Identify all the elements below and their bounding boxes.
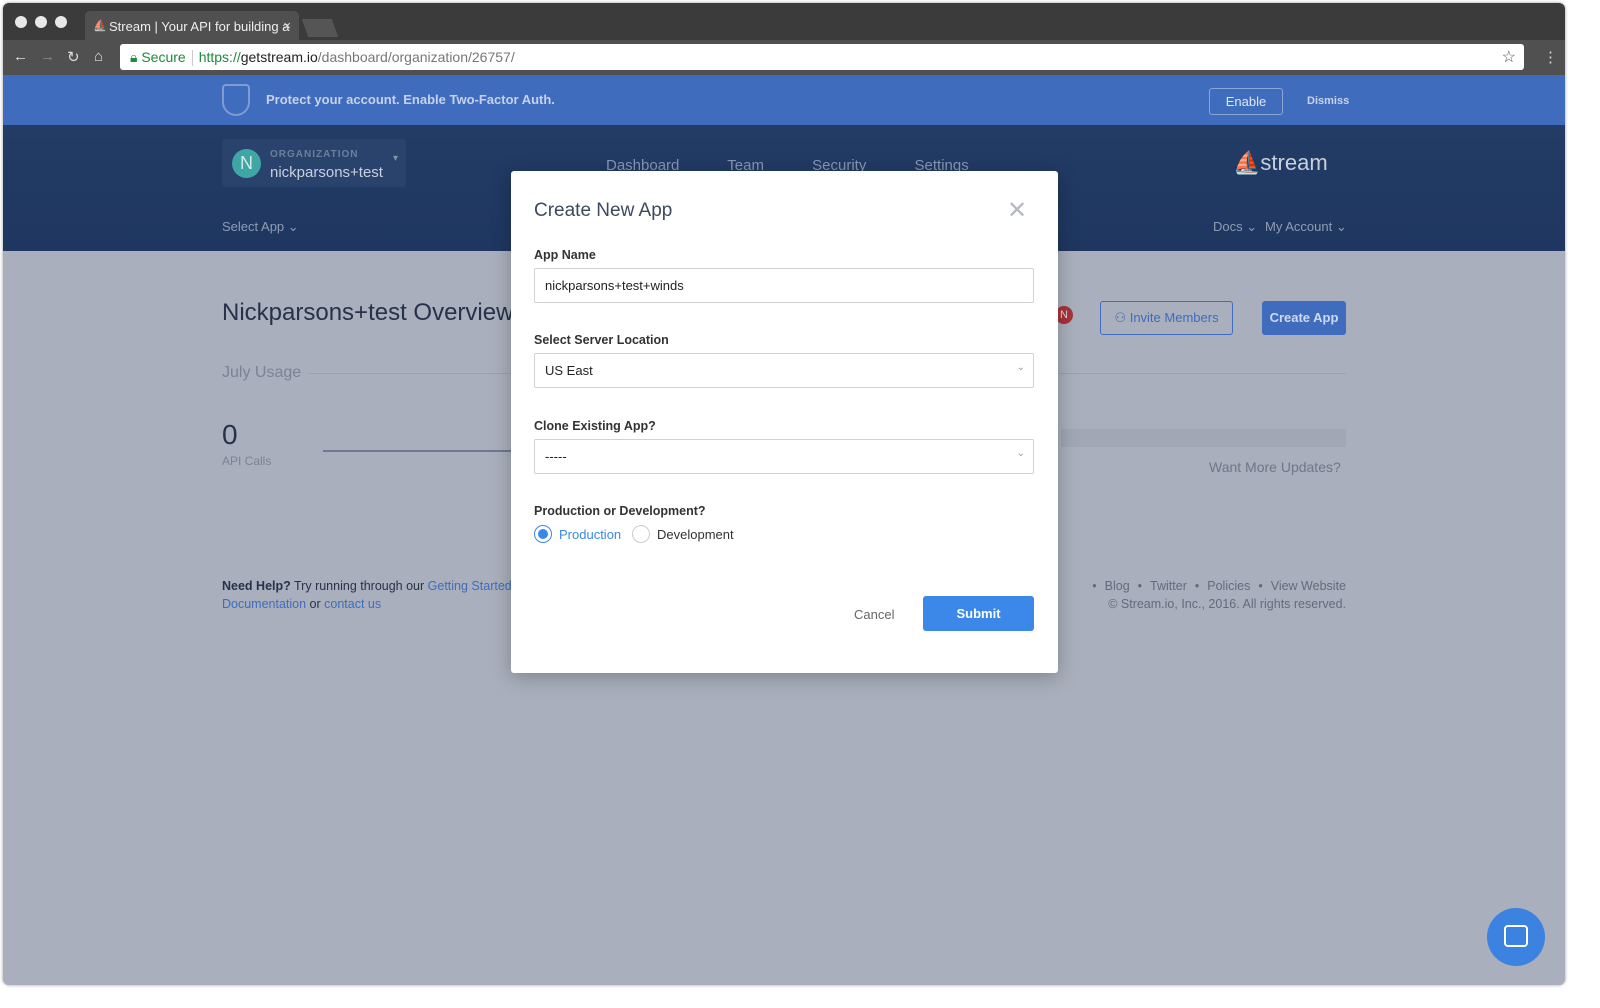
url-path: /dashboard/organization/26757/ xyxy=(317,49,515,65)
avatar: N xyxy=(232,149,261,178)
create-app-button[interactable]: Create App xyxy=(1262,301,1346,335)
select-app-label: Select App xyxy=(222,219,285,234)
shield-icon xyxy=(222,84,250,116)
help-or: or xyxy=(306,597,325,611)
cancel-button[interactable]: Cancel xyxy=(854,607,894,622)
radio-checked xyxy=(534,525,552,543)
boat-icon: ⛵ xyxy=(1233,150,1261,175)
help-text-body: Try running through our xyxy=(290,579,428,593)
docs-label: Docs xyxy=(1213,219,1243,234)
browser-toolbar: ← → ↻ ⌂ 🔒︎ Secure https://getstream.io/da… xyxy=(3,40,1565,75)
select-app-dropdown[interactable]: Select App ⌄ xyxy=(222,219,299,235)
chat-launcher-button[interactable] xyxy=(1487,908,1545,966)
new-tab-button[interactable] xyxy=(301,19,339,37)
browser-window: ⛵ Stream | Your API for building a × ← → ↻… xyxy=(3,3,1565,985)
help-bold: Need Help? xyxy=(222,579,291,593)
page-title: Nickparsons+test Overview xyxy=(222,299,514,326)
tab-title: Stream | Your API for building a xyxy=(109,19,290,34)
menu-icon[interactable]: ⋮ xyxy=(1543,48,1558,66)
development-radio[interactable]: Development xyxy=(632,525,734,543)
invite-label: Invite Members xyxy=(1129,310,1219,325)
bookmark-star-icon[interactable]: ☆ xyxy=(1502,47,1516,67)
tab-bar: ⛵ Stream | Your API for building a × xyxy=(3,3,1565,40)
enable-button[interactable]: Enable xyxy=(1209,88,1283,115)
close-icon[interactable]: ✕ xyxy=(1007,196,1027,225)
contact-us-link[interactable]: contact us xyxy=(324,597,381,611)
two-factor-banner: Protect your account. Enable Two-Factor … xyxy=(3,75,1565,125)
api-calls-label: API Calls xyxy=(222,454,272,468)
server-location-select[interactable]: US East ⌄ xyxy=(534,353,1034,388)
server-location-label: Select Server Location xyxy=(534,333,669,347)
clone-app-value: ----- xyxy=(545,449,567,464)
production-label: Production xyxy=(559,526,622,542)
org-name: nickparsons+test xyxy=(270,164,383,181)
footer: • Blog • Twitter • Policies • View Website © St… xyxy=(1092,579,1346,611)
my-account-dropdown[interactable]: My Account ⌄ xyxy=(1265,219,1347,235)
radio-unchecked xyxy=(632,525,650,543)
logo-text: stream xyxy=(1260,150,1328,175)
footer-blog-link[interactable]: Blog xyxy=(1105,579,1130,593)
maximize-window-button[interactable] xyxy=(55,16,67,28)
stream-logo[interactable]: ⛵stream xyxy=(1233,150,1328,176)
footer-policies-link[interactable]: Policies xyxy=(1207,579,1250,593)
want-more-updates[interactable]: Want More Updates? xyxy=(1209,459,1341,475)
app-name-label: App Name xyxy=(534,248,596,262)
home-icon[interactable]: ⌂ xyxy=(94,48,103,65)
lock-icon: 🔒︎ xyxy=(130,49,138,65)
add-user-icon: ⚇ xyxy=(1114,310,1127,325)
api-calls-value: 0 xyxy=(222,419,238,450)
chevron-down-icon: ⌄ xyxy=(1016,448,1025,459)
footer-view-website-link[interactable]: View Website xyxy=(1271,579,1346,593)
app-name-input[interactable]: nickparsons+test+winds xyxy=(534,268,1034,303)
help-text: Need Help? Try running through our Getti… xyxy=(222,577,512,613)
usage-chart-line xyxy=(323,450,523,452)
modal-title: Create New App xyxy=(534,200,673,221)
close-window-button[interactable] xyxy=(15,16,27,28)
production-radio[interactable]: Production xyxy=(534,525,621,543)
getting-started-link[interactable]: Getting Started xyxy=(428,579,512,593)
forward-icon[interactable]: → xyxy=(40,48,55,65)
close-tab-icon[interactable]: × xyxy=(283,18,291,33)
stream-favicon-icon: ⛵ xyxy=(93,20,107,32)
invite-members-button[interactable]: ⚇ Invite Members xyxy=(1100,301,1233,335)
address-bar[interactable]: 🔒︎ Secure https://getstream.io/dashboard/… xyxy=(120,44,1524,70)
browser-tab[interactable]: ⛵ Stream | Your API for building a × xyxy=(85,11,299,40)
banner-message: Protect your account. Enable Two-Factor … xyxy=(266,92,555,107)
chat-icon xyxy=(1504,925,1528,947)
back-icon[interactable]: ← xyxy=(13,48,28,65)
chevron-down-icon: ⌄ xyxy=(287,219,299,234)
submit-button[interactable]: Submit xyxy=(923,596,1034,631)
development-label: Development xyxy=(657,526,734,542)
organization-switcher[interactable]: N ORGANIZATION nickparsons+test ▾ xyxy=(222,139,406,187)
chevron-down-icon: ▾ xyxy=(392,153,398,164)
usage-title: July Usage xyxy=(222,364,302,381)
environment-label: Production or Development? xyxy=(534,504,706,518)
secure-label: Secure xyxy=(141,49,186,65)
url-scheme: https:// xyxy=(198,49,241,65)
my-account-label: My Account xyxy=(1265,219,1333,234)
copyright: © Stream.io, Inc., 2016. All rights rese… xyxy=(1108,597,1346,611)
documentation-link[interactable]: Documentation xyxy=(222,597,306,611)
reload-icon[interactable]: ↻ xyxy=(67,48,80,66)
chevron-down-icon: ⌄ xyxy=(1016,362,1025,373)
usage-bar xyxy=(1061,429,1346,447)
minimize-window-button[interactable] xyxy=(35,16,47,28)
org-label: ORGANIZATION xyxy=(270,149,359,160)
docs-dropdown[interactable]: Docs ⌄ xyxy=(1213,219,1257,235)
footer-twitter-link[interactable]: Twitter xyxy=(1150,579,1187,593)
dismiss-button[interactable]: Dismiss xyxy=(1307,95,1349,107)
create-app-modal: Create New App ✕ App Name nickparsons+te… xyxy=(511,171,1058,673)
url-host: getstream.io xyxy=(240,49,318,65)
server-location-value: US East xyxy=(545,363,593,378)
clone-app-select[interactable]: ----- ⌄ xyxy=(534,439,1034,474)
clone-app-label: Clone Existing App? xyxy=(534,419,656,433)
